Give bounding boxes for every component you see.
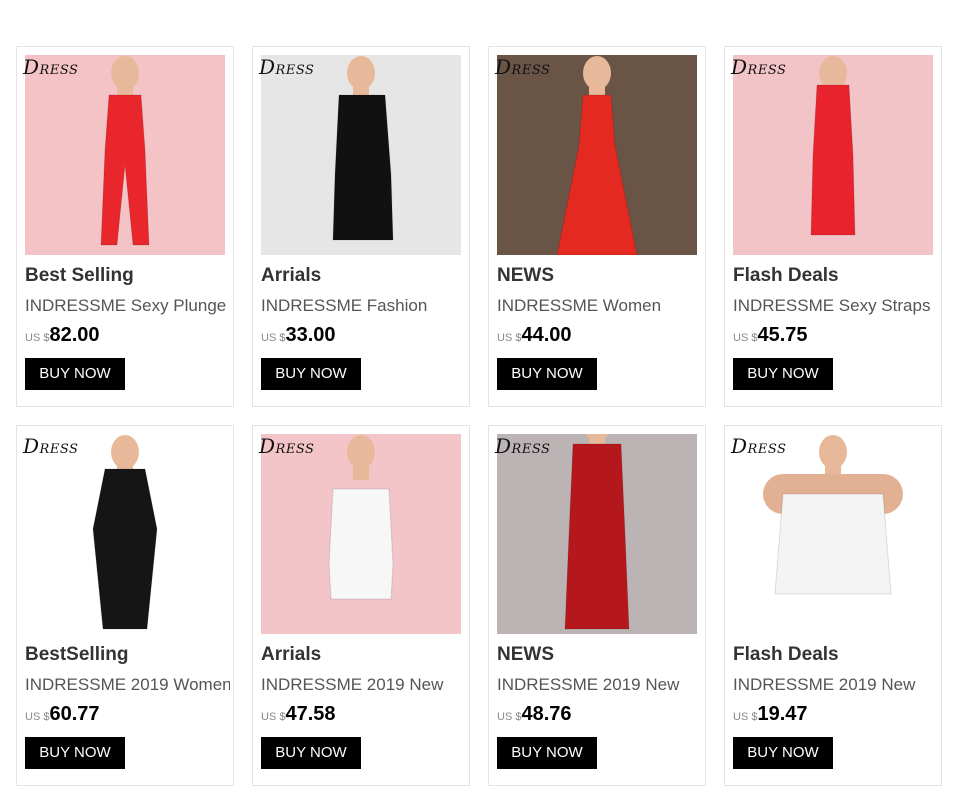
product-card[interactable]: DRESS Arrials INDRESSME 2019 New US $47.… [252,425,470,786]
logo-text: RESS [275,63,315,78]
buy-now-button[interactable]: BUY NOW [25,358,125,390]
product-grid: DRESS Best Selling INDRESSME Sexy Plunge… [16,46,942,786]
logo-text: RESS [747,63,787,78]
product-category: BestSelling [25,644,129,665]
price-currency: US $ [261,332,286,344]
product-image[interactable] [25,434,225,634]
product-price: US $19.47 [733,703,808,726]
buy-now-button[interactable]: BUY NOW [261,737,361,769]
brand-logo: DRESS [731,434,786,458]
product-image[interactable] [497,434,697,634]
product-category: NEWS [497,265,554,286]
product-card[interactable]: DRESS Flash Deals INDRESSME 2019 New US … [724,425,942,786]
product-image[interactable] [733,55,933,255]
price-amount: 44.00 [521,324,572,346]
price-amount: 19.47 [757,703,808,725]
product-price: US $44.00 [497,324,572,347]
product-price: US $33.00 [261,324,336,347]
logo-text: RESS [511,442,551,457]
buy-now-button[interactable]: BUY NOW [261,358,361,390]
price-amount: 48.76 [521,703,572,725]
product-category: NEWS [497,644,554,665]
logo-initial: D [23,55,40,79]
price-amount: 45.75 [757,324,808,346]
brand-logo: DRESS [495,55,550,79]
logo-initial: D [259,434,276,458]
price-currency: US $ [733,332,758,344]
buy-now-button[interactable]: BUY NOW [733,737,833,769]
product-image[interactable] [733,434,933,634]
price-currency: US $ [261,711,286,723]
product-image[interactable] [25,55,225,255]
brand-logo: DRESS [23,55,78,79]
product-name[interactable]: INDRESSME Women [497,296,702,316]
price-amount: 47.58 [285,703,336,725]
product-name[interactable]: INDRESSME 2019 New [497,675,702,695]
product-category: Arrials [261,644,322,665]
product-price: US $60.77 [25,703,100,726]
buy-now-button[interactable]: BUY NOW [497,358,597,390]
logo-text: RESS [275,442,315,457]
brand-logo: DRESS [259,55,314,79]
logo-text: RESS [747,442,787,457]
logo-text: RESS [39,63,79,78]
product-card[interactable]: DRESS Arrials INDRESSME Fashion US $33.0… [252,46,470,407]
product-card[interactable]: DRESS Best Selling INDRESSME Sexy Plunge… [16,46,234,407]
product-category: Flash Deals [733,644,839,665]
product-name[interactable]: INDRESSME 2019 New [261,675,466,695]
logo-initial: D [731,434,748,458]
buy-now-button[interactable]: BUY NOW [733,358,833,390]
product-price: US $48.76 [497,703,572,726]
product-card[interactable]: DRESS NEWS INDRESSME 2019 New US $48.76 … [488,425,706,786]
buy-now-button[interactable]: BUY NOW [25,737,125,769]
logo-initial: D [259,55,276,79]
product-card[interactable]: DRESS BestSelling INDRESSME 2019 Women U… [16,425,234,786]
product-price: US $47.58 [261,703,336,726]
logo-initial: D [23,434,40,458]
logo-initial: D [495,434,512,458]
brand-logo: DRESS [23,434,78,458]
product-card[interactable]: DRESS Flash Deals INDRESSME Sexy Straps … [724,46,942,407]
product-name[interactable]: INDRESSME Fashion [261,296,466,316]
logo-initial: D [731,55,748,79]
brand-logo: DRESS [259,434,314,458]
price-currency: US $ [497,332,522,344]
product-category: Best Selling [25,265,134,286]
price-amount: 82.00 [49,324,100,346]
product-image[interactable] [261,55,461,255]
product-name[interactable]: INDRESSME Sexy Plunge [25,296,230,316]
price-amount: 60.77 [49,703,100,725]
product-card[interactable]: DRESS NEWS INDRESSME Women US $44.00 BUY… [488,46,706,407]
logo-initial: D [495,55,512,79]
brand-logo: DRESS [495,434,550,458]
buy-now-button[interactable]: BUY NOW [497,737,597,769]
logo-text: RESS [39,442,79,457]
price-currency: US $ [497,711,522,723]
product-name[interactable]: INDRESSME 2019 Women [25,675,230,695]
price-currency: US $ [25,332,50,344]
product-name[interactable]: INDRESSME 2019 New [733,675,938,695]
product-image[interactable] [261,434,461,634]
product-price: US $82.00 [25,324,100,347]
product-image[interactable] [497,55,697,255]
product-price: US $45.75 [733,324,808,347]
product-category: Flash Deals [733,265,839,286]
product-name[interactable]: INDRESSME Sexy Straps [733,296,938,316]
product-category: Arrials [261,265,322,286]
price-amount: 33.00 [285,324,336,346]
brand-logo: DRESS [731,55,786,79]
logo-text: RESS [511,63,551,78]
price-currency: US $ [733,711,758,723]
price-currency: US $ [25,711,50,723]
